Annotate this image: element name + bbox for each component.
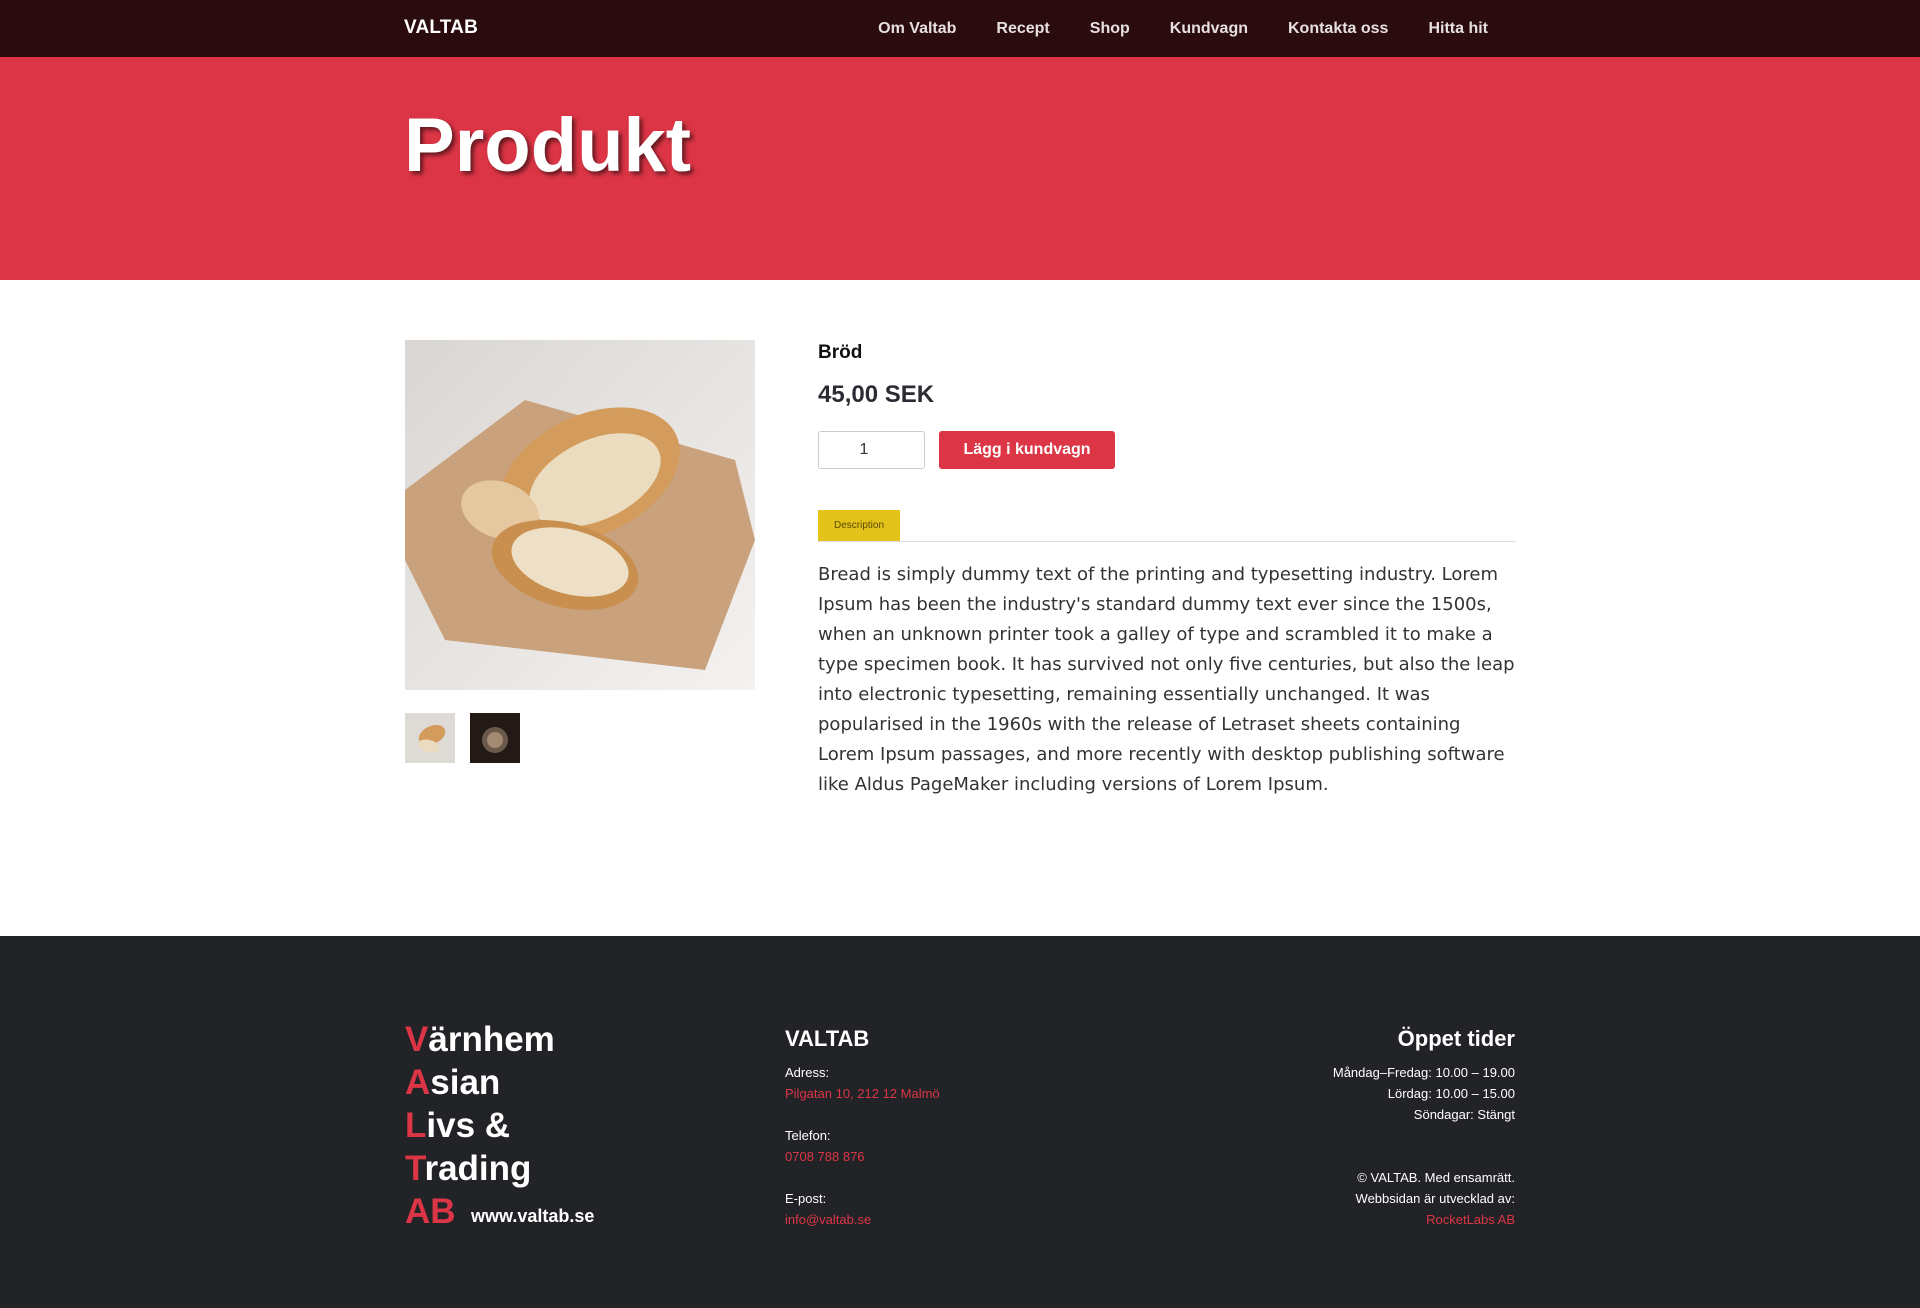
hours-saturday: Lördag: 10.00 – 15.00: [1387, 1086, 1515, 1101]
baker-thumbnail-icon: [470, 713, 520, 763]
nav-recept[interactable]: Recept: [996, 20, 1049, 38]
company-name-line: Värnhem: [405, 1020, 555, 1059]
add-to-cart-button[interactable]: Lägg i kundvagn: [939, 431, 1115, 469]
hours-weekdays: Måndag–Fredag: 10.00 – 19.00: [1332, 1065, 1515, 1080]
thumbnail-baker[interactable]: [470, 713, 520, 763]
copyright: © VALTAB. Med ensamrätt.: [1357, 1170, 1515, 1185]
product-image[interactable]: [405, 340, 755, 690]
nav-hitta-hit[interactable]: Hitta hit: [1428, 20, 1488, 38]
contact-column: VALTAB Adress: Pilgatan 10, 212 12 Malmö…: [785, 1026, 940, 1251]
website-link[interactable]: www.valtab.se: [471, 1206, 594, 1227]
tab-description[interactable]: Description: [818, 510, 901, 541]
contact-title: VALTAB: [785, 1026, 870, 1051]
main-menu: Om Valtab Recept Shop Kundvagn Kontakta …: [838, 0, 1488, 57]
email-link[interactable]: info@valtab.se: [785, 1209, 940, 1230]
page-title: Produkt: [404, 103, 692, 188]
footer: Värnhem Asian Livs & Trading AB www.valt…: [0, 936, 1920, 1308]
hero-banner: Produkt: [0, 57, 1920, 280]
product-price: 45,00 SEK: [818, 381, 935, 408]
nav-kundvagn[interactable]: Kundvagn: [1170, 20, 1248, 38]
product-description: Bread is simply dummy text of the printi…: [818, 564, 1515, 795]
hours-title: Öppet tider: [1397, 1026, 1515, 1051]
developer-link[interactable]: RocketLabs AB: [1333, 1209, 1515, 1230]
quantity-input[interactable]: [818, 431, 925, 469]
nav-shop[interactable]: Shop: [1090, 20, 1130, 38]
nav-om-valtab[interactable]: Om Valtab: [878, 20, 956, 38]
hours-column: Öppet tider Måndag–Fredag: 10.00 – 19.00…: [1333, 1026, 1515, 1230]
brand-logo[interactable]: VALTAB: [404, 17, 478, 39]
product-name: Bröd: [818, 342, 863, 363]
thumbnail-bread[interactable]: [405, 713, 455, 763]
add-to-cart-row: Lägg i kundvagn: [818, 431, 1516, 469]
address-label: Adress:: [785, 1065, 830, 1080]
company-name: Värnhem Asian Livs & Trading AB: [405, 1018, 555, 1233]
nav-kontakta-oss[interactable]: Kontakta oss: [1288, 20, 1388, 38]
top-navbar: VALTAB Om Valtab Recept Shop Kundvagn Ko…: [0, 0, 1920, 57]
developed-by-label: Webbsidan är utvecklad av:: [1355, 1191, 1515, 1206]
bread-thumbnail-icon: [405, 713, 455, 763]
product-tabs: Description: [818, 510, 1516, 542]
phone-link[interactable]: 0708 788 876: [785, 1146, 940, 1167]
company-name-line: Asian: [405, 1063, 501, 1102]
hours-sunday: Söndagar: Stängt: [1413, 1107, 1515, 1122]
address-link[interactable]: Pilgatan 10, 212 12 Malmö: [785, 1083, 940, 1104]
company-name-line: Livs &: [405, 1106, 511, 1145]
phone-label: Telefon:: [785, 1128, 831, 1143]
bread-image-icon: [405, 340, 755, 690]
product-info: Bröd 45,00 SEK Lägg i kundvagn Descripti…: [818, 340, 1516, 800]
company-name-line: Trading: [405, 1149, 532, 1188]
email-label: E-post:: [785, 1191, 827, 1206]
